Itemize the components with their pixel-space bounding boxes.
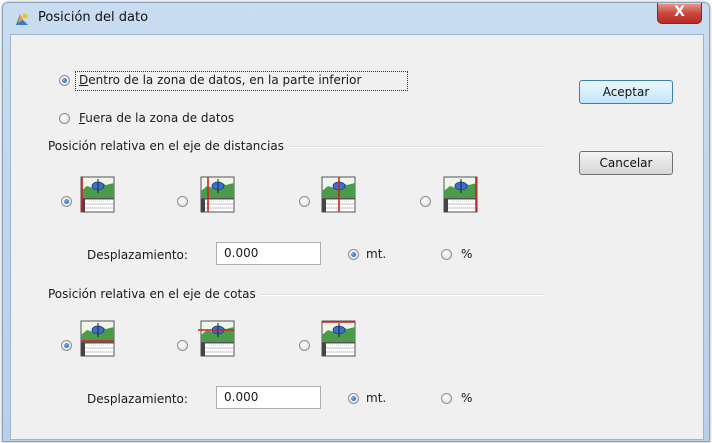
- accept-button[interactable]: Aceptar: [579, 80, 673, 104]
- position-left-inner-icon[interactable]: [198, 176, 236, 214]
- distance-unit-mt-label[interactable]: mt.: [366, 247, 386, 261]
- distances-group-title: Posición relativa en el eje de distancia…: [48, 139, 288, 153]
- position-middle-icon[interactable]: [198, 320, 236, 358]
- position-center-icon[interactable]: [319, 176, 357, 214]
- height-unit-percent-radio[interactable]: [441, 393, 452, 404]
- distance-offset-input[interactable]: 0.000: [216, 242, 321, 265]
- distance-unit-percent-radio[interactable]: [441, 249, 452, 260]
- cancel-button[interactable]: Cancelar: [579, 151, 673, 175]
- distance-option-left-inner-radio[interactable]: [177, 196, 188, 207]
- distance-unit-mt-radio[interactable]: [348, 249, 359, 260]
- position-right-icon[interactable]: [441, 176, 479, 214]
- height-option-middle-radio[interactable]: [177, 340, 188, 351]
- height-offset-label: Desplazamiento:: [87, 392, 188, 406]
- distance-option-center-radio[interactable]: [299, 196, 310, 207]
- dialog-client-area: Dentro de la zona de datos, en la parte …: [10, 34, 704, 440]
- inside-zone-radio[interactable]: [59, 75, 70, 86]
- distance-option-left-radio[interactable]: [61, 196, 72, 207]
- distance-unit-percent-label[interactable]: %: [461, 247, 472, 261]
- outside-zone-radio[interactable]: [59, 113, 70, 124]
- close-button[interactable]: X: [657, 3, 702, 24]
- app-icon: [16, 13, 28, 25]
- dialog-window: Posición del dato X Dentro de la zona de…: [2, 2, 710, 442]
- height-unit-mt-radio[interactable]: [348, 393, 359, 404]
- position-top-icon[interactable]: [319, 320, 357, 358]
- height-offset-input[interactable]: 0.000: [216, 386, 321, 409]
- position-left-icon[interactable]: [78, 176, 116, 214]
- height-unit-mt-label[interactable]: mt.: [366, 391, 386, 405]
- title-bar[interactable]: Posición del dato X: [3, 3, 709, 33]
- inside-zone-label[interactable]: Dentro de la zona de datos, en la parte …: [79, 73, 361, 87]
- position-bottom-icon[interactable]: [78, 320, 116, 358]
- height-option-top-radio[interactable]: [299, 340, 310, 351]
- heights-group-title: Posición relativa en el eje de cotas: [48, 287, 260, 301]
- outside-zone-label[interactable]: Fuera de la zona de datos: [79, 111, 234, 125]
- distance-offset-label: Desplazamiento:: [87, 248, 188, 262]
- window-title: Posición del dato: [38, 10, 149, 25]
- distance-option-right-radio[interactable]: [420, 196, 431, 207]
- height-unit-percent-label[interactable]: %: [461, 391, 472, 405]
- height-option-bottom-radio[interactable]: [61, 340, 72, 351]
